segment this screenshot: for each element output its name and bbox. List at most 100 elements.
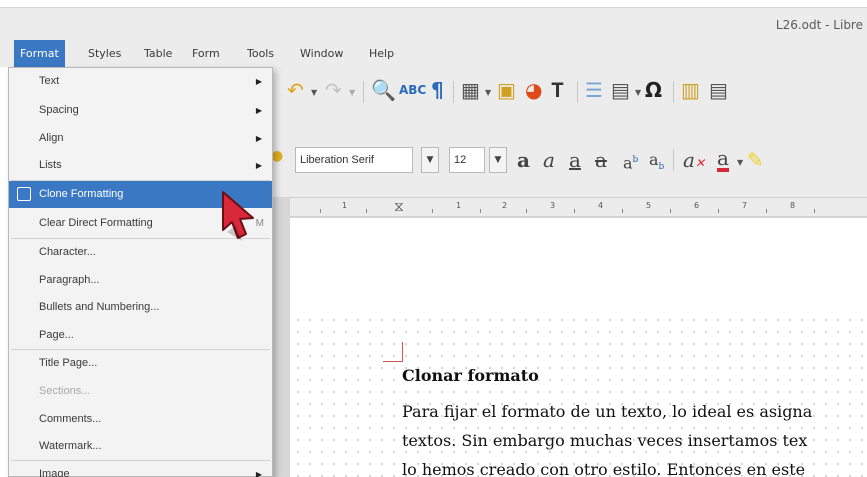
redo-dropdown-icon[interactable]: ▼: [349, 88, 355, 97]
highlight-icon[interactable]: ✎: [747, 148, 764, 172]
text-boundary-corner: [383, 342, 403, 362]
undo-icon[interactable]: ↶: [287, 78, 304, 102]
menu-item-label: Lists: [39, 159, 62, 171]
menu-format[interactable]: Format: [14, 40, 65, 67]
submenu-arrow-icon: ▶: [255, 134, 262, 143]
hyperlink-icon[interactable]: ▥: [681, 78, 700, 102]
menu-item-label: Paragraph...: [39, 274, 100, 286]
menu-item-title-page[interactable]: Title Page...: [9, 350, 272, 377]
page-top-margin: [290, 218, 867, 318]
menu-item-lists[interactable]: Lists ▶: [9, 152, 272, 179]
ruler-tick: [814, 209, 815, 213]
submenu-arrow-icon: ▶: [255, 77, 262, 86]
document-heading[interactable]: Clonar formato: [402, 366, 539, 385]
menu-item-label: Character...: [39, 246, 96, 258]
strikethrough-icon[interactable]: a: [595, 148, 607, 172]
subscript-icon[interactable]: ab: [649, 148, 664, 172]
indent-marker-icon[interactable]: ⧖: [394, 199, 404, 215]
page-break-icon[interactable]: ☰: [585, 78, 603, 102]
underline-icon[interactable]: a: [569, 148, 581, 172]
menu-item-label: Watermark...: [39, 440, 102, 452]
ruler-label: 1: [456, 201, 462, 210]
menu-item-label: Title Page...: [39, 357, 98, 369]
font-size-dropdown-button[interactable]: ▼: [489, 147, 507, 173]
insert-table-icon[interactable]: ▦: [461, 78, 480, 102]
font-name-combo[interactable]: Liberation Serif: [295, 147, 413, 173]
clear-formatting-icon[interactable]: a✕: [683, 148, 705, 172]
ruler-tick: [574, 209, 575, 213]
table-dropdown-icon[interactable]: ▼: [485, 88, 491, 97]
spellcheck-icon[interactable]: ABC: [399, 78, 426, 102]
ruler-tick: [766, 209, 767, 213]
menu-item-label: Image: [39, 468, 70, 477]
menu-window[interactable]: Window: [294, 40, 349, 67]
ruler-label: 8: [790, 201, 796, 210]
italic-icon[interactable]: a: [543, 148, 555, 172]
menu-tools[interactable]: Tools: [241, 40, 280, 67]
clone-formatting-icon: [17, 187, 31, 201]
font-name-dropdown-button[interactable]: ▼: [421, 147, 439, 173]
ruler-tick: [432, 209, 433, 213]
menu-styles[interactable]: Styles: [82, 40, 127, 67]
font-color-icon[interactable]: a: [717, 148, 729, 172]
font-color-dropdown-icon[interactable]: ▼: [737, 158, 743, 167]
bold-icon[interactable]: a: [517, 148, 530, 172]
formatting-toolbar: ● Liberation Serif ▼ 12 ▼ a a a a ab ab …: [265, 127, 867, 197]
font-name-value: Liberation Serif: [300, 154, 374, 166]
insert-field-icon[interactable]: ▤: [611, 78, 630, 102]
menu-item-label: Align: [39, 132, 64, 144]
footnote-icon[interactable]: ▤: [709, 78, 728, 102]
ruler-tick: [320, 209, 321, 213]
submenu-arrow-icon: ▶: [255, 106, 262, 115]
menu-item-text[interactable]: Text ▶: [9, 68, 272, 95]
menu-item-label: Clone Formatting: [39, 188, 124, 200]
find-replace-icon[interactable]: 🔍: [371, 78, 396, 102]
menu-item-bullets-numbering[interactable]: Bullets and Numbering...: [9, 294, 272, 321]
menu-item-label: Clear Direct Formatting: [39, 217, 153, 229]
undo-dropdown-icon[interactable]: ▼: [311, 88, 317, 97]
ruler-tick: [622, 209, 623, 213]
horizontal-ruler[interactable]: 1 ⧖ 1 2 3 4 5 6 7 8: [290, 197, 867, 217]
ruler-label: 5: [646, 201, 652, 210]
mouse-pointer-icon: [222, 191, 254, 241]
document-line[interactable]: lo hemos creado con otro estilo. Entonce…: [402, 460, 805, 477]
ruler-tick: [670, 209, 671, 213]
separator: [673, 149, 674, 171]
ruler-label: 4: [598, 201, 604, 210]
field-dropdown-icon[interactable]: ▼: [635, 88, 641, 97]
ruler-tick: [526, 209, 527, 213]
menu-bar: Format Styles Table Form Tools Window He…: [0, 40, 867, 67]
submenu-arrow-icon: ▶: [255, 161, 262, 170]
font-size-value: 12: [454, 154, 467, 166]
menu-item-image[interactable]: Image ▶: [9, 461, 272, 477]
font-size-combo[interactable]: 12: [449, 147, 485, 173]
document-line[interactable]: textos. Sin embargo muchas veces inserta…: [402, 431, 807, 450]
format-menu: Text ▶ Spacing ▶ Align ▶ Lists ▶ Clone F…: [8, 67, 273, 477]
ruler-label: 3: [550, 201, 556, 210]
menu-item-comments[interactable]: Comments...: [9, 406, 272, 433]
menu-item-paragraph[interactable]: Paragraph...: [9, 267, 272, 294]
menu-help[interactable]: Help: [363, 40, 400, 67]
menu-table[interactable]: Table: [138, 40, 178, 67]
menu-form[interactable]: Form: [186, 40, 226, 67]
menu-item-label: Comments...: [39, 413, 102, 425]
special-character-icon[interactable]: Ω: [645, 78, 662, 102]
menu-item-page[interactable]: Page...: [9, 322, 272, 349]
ruler-tick: [366, 209, 367, 213]
ruler-label: 7: [742, 201, 748, 210]
ruler-label: 1: [342, 201, 348, 210]
formatting-marks-icon[interactable]: ¶: [431, 78, 444, 102]
menu-item-spacing[interactable]: Spacing ▶: [9, 97, 272, 124]
separator: [453, 81, 454, 103]
insert-image-icon[interactable]: ▣: [497, 78, 516, 102]
insert-chart-icon[interactable]: ◕: [525, 78, 542, 102]
menu-item-sections: Sections...: [9, 378, 272, 405]
insert-textbox-icon[interactable]: 𝐓: [551, 78, 564, 102]
superscript-icon[interactable]: ab: [623, 148, 638, 172]
menu-item-align[interactable]: Align ▶: [9, 125, 272, 152]
menu-item-label: Sections...: [39, 385, 91, 397]
menu-item-watermark[interactable]: Watermark...: [9, 433, 272, 460]
document-line[interactable]: Para fijar el formato de un texto, lo id…: [402, 402, 812, 421]
redo-icon[interactable]: ↷: [325, 78, 342, 102]
ruler-label: 6: [694, 201, 700, 210]
